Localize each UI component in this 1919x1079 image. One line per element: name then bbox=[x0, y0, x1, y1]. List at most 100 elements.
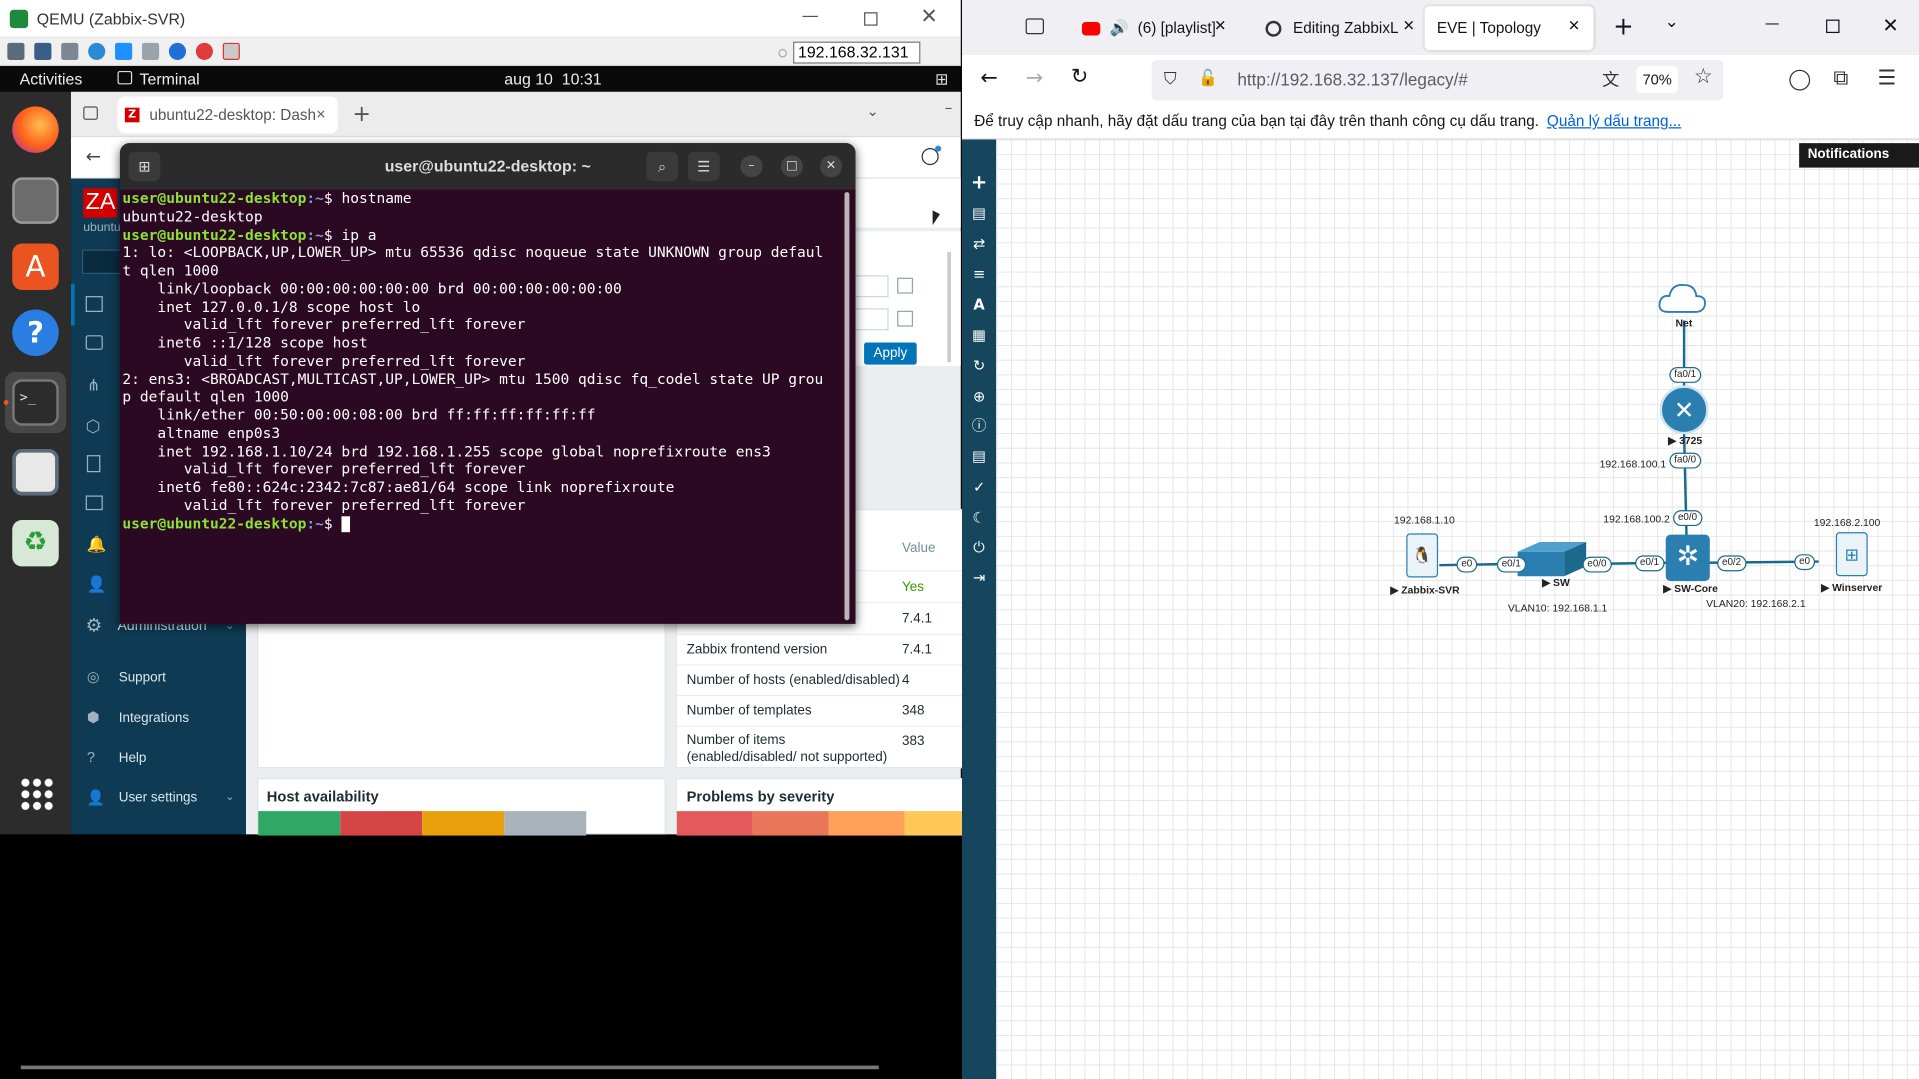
alerts-icon[interactable]: 🔔 bbox=[87, 535, 107, 555]
services-icon[interactable]: ⋔ bbox=[87, 376, 100, 396]
clock[interactable]: aug 10 10:31 bbox=[504, 70, 601, 88]
back-icon[interactable]: ← bbox=[86, 146, 101, 168]
cloud-icon[interactable] bbox=[1658, 280, 1707, 317]
tab-list-icon[interactable] bbox=[83, 106, 98, 120]
chevron-down-icon[interactable]: ⌄ bbox=[867, 103, 879, 120]
dashboard-icon[interactable] bbox=[85, 296, 103, 312]
data-collection-icon[interactable] bbox=[85, 495, 103, 511]
info-icon[interactable] bbox=[168, 42, 187, 60]
add-node-icon[interactable]: + bbox=[971, 172, 988, 192]
tab-close-icon[interactable]: ✕ bbox=[1403, 17, 1415, 34]
back-icon[interactable]: ← bbox=[980, 66, 997, 90]
logout-icon[interactable]: ⇥ bbox=[971, 569, 988, 586]
menu-item-user-settings[interactable]: User settings bbox=[119, 790, 198, 805]
tab-close-icon[interactable]: ✕ bbox=[316, 108, 326, 121]
terminal-icon[interactable] bbox=[141, 42, 160, 60]
port-fa01[interactable]: fa0/1 bbox=[1669, 367, 1701, 383]
url-bar[interactable]: ⛉ 🔓 http://192.168.32.137/legacy/# 文 70%… bbox=[1151, 59, 1724, 101]
list-icon[interactable]: ▤ bbox=[971, 448, 988, 465]
text-icon[interactable]: A bbox=[971, 296, 988, 313]
power-icon[interactable]: ⏻ bbox=[971, 538, 988, 555]
apply-button[interactable]: Apply bbox=[864, 342, 917, 365]
speaker-icon[interactable]: 🔊 bbox=[1109, 20, 1128, 37]
date-to-input[interactable] bbox=[851, 308, 889, 331]
files-icon[interactable] bbox=[12, 177, 59, 224]
close-icon[interactable]: ✕ bbox=[1882, 13, 1898, 36]
app-menu-label[interactable]: Terminal bbox=[140, 70, 200, 88]
calendar-icon[interactable] bbox=[897, 310, 914, 327]
port-win-e0[interactable]: e0 bbox=[1794, 554, 1815, 571]
app-center-icon[interactable]: A bbox=[12, 243, 59, 290]
menu-item-support[interactable]: Support bbox=[119, 670, 166, 685]
startup-configs-icon[interactable]: ≡ bbox=[971, 265, 988, 282]
minimize-icon[interactable]: – bbox=[740, 155, 763, 178]
terminal-scrollbar[interactable] bbox=[844, 192, 850, 621]
user-settings-icon[interactable]: 👤 bbox=[87, 789, 105, 806]
help-icon[interactable]: ? bbox=[87, 749, 95, 766]
port-core-e02[interactable]: e0/2 bbox=[1717, 555, 1746, 572]
new-tab-icon[interactable]: + bbox=[1613, 11, 1634, 40]
new-tab-icon[interactable]: + bbox=[352, 102, 370, 128]
tab-close-icon[interactable]: ✕ bbox=[1214, 17, 1226, 34]
tab-youtube[interactable]: 🔊 (6) [playlist] bbox=[1070, 6, 1229, 50]
tab-zabbix[interactable]: Z ubuntu22-desktop: Dash ✕ bbox=[117, 96, 338, 134]
integrations-icon[interactable]: ⬢ bbox=[87, 708, 100, 725]
support-icon[interactable]: ◎ bbox=[87, 668, 100, 685]
minimize-icon[interactable]: — bbox=[1765, 15, 1780, 32]
hamburger-menu-icon[interactable]: ☰ bbox=[1877, 66, 1896, 90]
forward-icon[interactable]: → bbox=[1026, 66, 1043, 90]
maximize-icon[interactable] bbox=[864, 12, 878, 26]
terminal-window[interactable]: ⊞ user@ubuntu22-desktop: ~ ⌕ ☰ – □ ✕ use… bbox=[119, 143, 856, 624]
extensions-icon[interactable]: ⧉ bbox=[1833, 66, 1848, 90]
minimize-icon[interactable]: — bbox=[802, 6, 819, 26]
filter-scrollbar[interactable] bbox=[947, 252, 951, 363]
reload-icon[interactable]: ↻ bbox=[1071, 65, 1088, 89]
shield-icon[interactable]: ⛉ bbox=[1164, 69, 1177, 90]
dark-mode-icon[interactable]: ☾ bbox=[971, 509, 988, 526]
settings-icon[interactable] bbox=[7, 42, 25, 60]
monitoring-icon[interactable] bbox=[85, 335, 103, 350]
nodes-icon[interactable]: ▤ bbox=[971, 204, 988, 221]
windows-icon[interactable] bbox=[115, 42, 133, 60]
networks-icon[interactable]: ⇄ bbox=[971, 235, 988, 252]
network-icon[interactable]: ⊞ bbox=[935, 70, 948, 90]
zoom-level[interactable]: 70% bbox=[1636, 66, 1678, 93]
minimize-icon[interactable]: – bbox=[945, 99, 952, 116]
check-icon[interactable]: ✓ bbox=[971, 478, 988, 495]
topology-canvas[interactable]: Notifications ✕ Net ✕ ▶ 3725 🐧 ▶ Zabbix-… bbox=[996, 139, 1919, 1079]
chevron-down-icon[interactable]: ⌄ bbox=[1665, 12, 1679, 32]
fullscreen-icon[interactable] bbox=[34, 42, 52, 60]
refresh-icon[interactable] bbox=[88, 42, 106, 60]
info-icon[interactable]: ⓘ bbox=[971, 417, 988, 434]
tab-github[interactable]: Editing ZabbixL bbox=[1253, 6, 1412, 50]
close-icon[interactable]: ✕ bbox=[920, 5, 937, 29]
account-icon[interactable] bbox=[1789, 69, 1811, 91]
disconnect-icon[interactable] bbox=[222, 42, 240, 60]
port-core-e00[interactable]: e0/0 bbox=[1673, 510, 1702, 527]
port-core-e01[interactable]: e0/1 bbox=[1635, 555, 1664, 572]
zabbix-logo[interactable]: ZA bbox=[83, 188, 118, 218]
help-icon[interactable]: ? bbox=[12, 309, 59, 357]
linux-server-icon[interactable]: 🐧 bbox=[1406, 533, 1439, 578]
port-fa00[interactable]: fa0/0 bbox=[1669, 452, 1701, 469]
translate-icon[interactable]: 文 bbox=[1602, 67, 1619, 91]
menu-item-integrations[interactable]: Integrations bbox=[119, 711, 189, 726]
date-from-input[interactable] bbox=[851, 275, 889, 298]
manage-bookmarks-link[interactable]: Quản lý dấu trang... bbox=[1547, 113, 1681, 130]
l3-switch-icon[interactable]: ✲ bbox=[1665, 534, 1710, 582]
refresh-icon[interactable]: ↻ bbox=[971, 357, 988, 374]
horizontal-scrollbar[interactable] bbox=[20, 1065, 879, 1070]
search-icon[interactable]: ⌕ bbox=[646, 151, 679, 182]
port-sw-e01[interactable]: e0/1 bbox=[1496, 556, 1526, 573]
tab-overview-icon[interactable] bbox=[1025, 18, 1044, 35]
trash-icon[interactable]: ♻ bbox=[12, 519, 59, 567]
insecure-lock-icon[interactable]: 🔓 bbox=[1198, 69, 1218, 89]
maximize-icon[interactable] bbox=[1826, 19, 1840, 34]
text-editor-icon[interactable] bbox=[12, 448, 59, 496]
show-apps-icon[interactable] bbox=[19, 776, 54, 812]
administration-icon[interactable]: ⚙ bbox=[86, 614, 102, 636]
stop-icon[interactable] bbox=[195, 42, 213, 60]
hamburger-menu-icon[interactable]: ☰ bbox=[687, 151, 720, 182]
menu-item-help[interactable]: Help bbox=[119, 751, 147, 766]
close-icon[interactable]: ✕ bbox=[820, 155, 843, 178]
